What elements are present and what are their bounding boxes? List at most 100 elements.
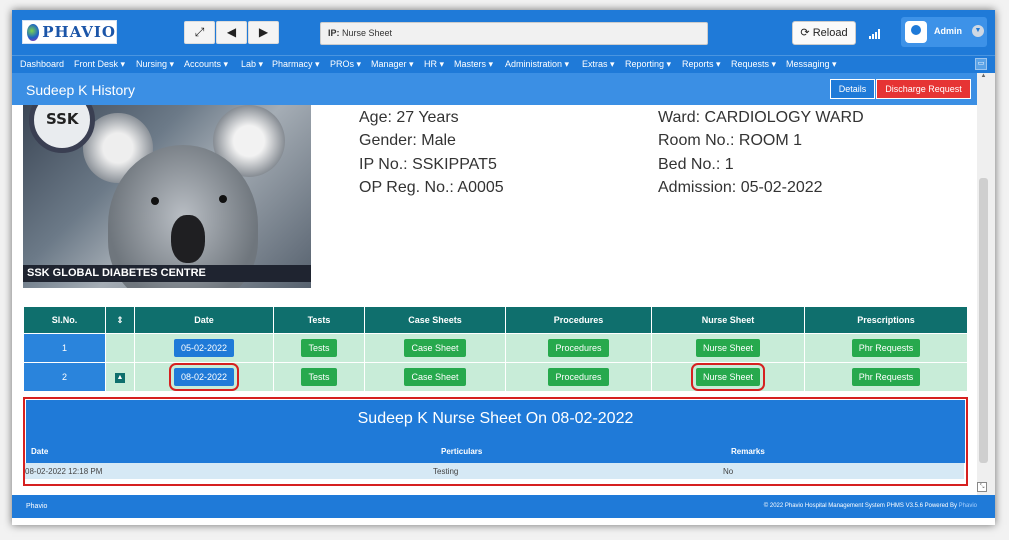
logo-text: PHAVIO: [42, 23, 116, 41]
nav-lab[interactable]: Lab ▾: [241, 59, 263, 70]
patient-gender: Gender: Male: [359, 132, 456, 149]
nav-masters[interactable]: Masters ▾: [454, 59, 493, 70]
user-menu[interactable]: Admin ▼: [901, 17, 987, 47]
col-header-nurse-sheet: Nurse Sheet: [651, 306, 805, 334]
table-row: 08-02-2022 12:18 PM Testing No: [25, 463, 964, 479]
photo-shape: [151, 197, 159, 205]
details-button[interactable]: Details: [830, 79, 875, 99]
nurse-row-remarks: No: [723, 467, 734, 476]
patient-op-reg: OP Reg. No.: A0005: [359, 179, 504, 196]
photo-shape: [219, 195, 227, 203]
app-window: PHAVIO ⤢ ◀ ▶ IP: Nurse Sheet ⟳ Reload Ad…: [12, 10, 995, 525]
nav-requests[interactable]: Requests ▾: [731, 59, 776, 70]
nurse-sheet-button[interactable]: Nurse Sheet: [690, 363, 766, 391]
nav-pros[interactable]: PROs ▾: [330, 59, 361, 70]
row-expand-cell: [105, 333, 135, 363]
table-row: 1 05-02-2022 Tests Case Sheet Procedures…: [23, 333, 968, 363]
chevron-down-icon: ▼: [972, 25, 984, 37]
collapse-icon[interactable]: ▭: [975, 58, 987, 70]
nurse-sheet-panel: Sudeep K Nurse Sheet On 08-02-2022 Date …: [23, 397, 968, 486]
patient-ward: Ward: CARDIOLOGY WARD: [658, 109, 864, 126]
col-header-remarks: Remarks: [731, 447, 765, 456]
col-header-case-sheets: Case Sheets: [364, 306, 506, 334]
patient-bed: Bed No.: 1: [658, 156, 734, 173]
case-sheet-button[interactable]: Case Sheet: [404, 368, 466, 386]
arrow-left-icon: ◀: [226, 25, 237, 39]
ip-label: IP:: [328, 28, 340, 38]
patient-ip-no: IP No.: SSKIPPAT5: [359, 156, 497, 173]
arrow-right-icon: ▶: [258, 25, 269, 39]
nurse-sheet-title: Sudeep K Nurse Sheet On 08-02-2022: [26, 400, 965, 437]
nav-accounts[interactable]: Accounts ▾: [184, 59, 228, 70]
procedures-button[interactable]: Procedures: [548, 368, 609, 386]
ip-value: Nurse Sheet: [342, 28, 393, 38]
top-bar: PHAVIO ⤢ ◀ ▶ IP: Nurse Sheet ⟳ Reload Ad…: [12, 10, 995, 55]
date-button[interactable]: 05-02-2022: [173, 339, 235, 357]
nav-reporting[interactable]: Reporting ▾: [625, 59, 671, 70]
table-header-row: Sl.No. ⇕ Date Tests Case Sheets Procedur…: [23, 306, 968, 334]
nav-nursing[interactable]: Nursing ▾: [136, 59, 174, 70]
patient-admission: Admission: 05-02-2022: [658, 179, 823, 196]
fullscreen-button[interactable]: ⤢: [184, 21, 215, 44]
nav-hr[interactable]: HR ▾: [424, 59, 444, 70]
col-header-date: Date: [31, 447, 49, 456]
phavio-logo[interactable]: PHAVIO: [22, 20, 117, 44]
nurse-row-date: 08-02-2022 12:18 PM: [25, 467, 103, 476]
nav-dashboard[interactable]: Dashboard: [20, 59, 64, 69]
ip-field[interactable]: IP: Nurse Sheet: [320, 22, 708, 45]
nav-manager[interactable]: Manager ▾: [371, 59, 414, 70]
powered-by-link[interactable]: Phavio: [959, 503, 977, 509]
page-title: Sudeep K History: [26, 82, 135, 98]
scroll-up-icon[interactable]: ▲: [979, 73, 988, 82]
nav-messaging[interactable]: Messaging ▾: [786, 59, 837, 70]
reload-button[interactable]: ⟳ Reload: [792, 21, 856, 45]
nurse-sheet-header: Date Perticulars Remarks: [26, 437, 965, 463]
patient-age: Age: 27 Years: [359, 109, 459, 126]
col-header-slno: Sl.No.: [23, 306, 106, 334]
col-header-tests: Tests: [273, 306, 365, 334]
patient-room: Room No.: ROOM 1: [658, 132, 803, 149]
case-sheet-button[interactable]: Case Sheet: [404, 339, 466, 357]
user-name: Admin: [934, 26, 962, 36]
nurse-sheet-button[interactable]: Nurse Sheet: [695, 339, 761, 357]
scrollbar-thumb[interactable]: [979, 178, 988, 463]
reload-label: Reload: [812, 27, 848, 39]
footer: Phavio © 2022 Phavio Hospital Management…: [12, 495, 995, 518]
nav-administration[interactable]: Administration ▾: [505, 59, 569, 70]
phr-requests-button[interactable]: Phr Requests: [851, 368, 921, 386]
date-button[interactable]: 08-02-2022: [168, 363, 240, 391]
table-row: 2 ▲ 08-02-2022 Tests Case Sheet Procedur…: [23, 362, 968, 392]
nav-reports[interactable]: Reports ▾: [682, 59, 721, 70]
nav-extras[interactable]: Extras ▾: [582, 59, 615, 70]
tests-button[interactable]: Tests: [301, 339, 337, 357]
row-slno: 2: [23, 362, 106, 392]
tests-button[interactable]: Tests: [301, 368, 337, 386]
photo-caption: SSK GLOBAL DIABETES CENTRE: [23, 265, 311, 282]
copyright-text: © 2022 Phavio Hospital Management System…: [763, 503, 957, 509]
nav-front-desk[interactable]: Front Desk ▾: [74, 59, 125, 70]
avatar-icon: [905, 21, 927, 43]
footer-copyright: © 2022 Phavio Hospital Management System…: [764, 503, 977, 509]
row-slno: 1: [23, 333, 106, 363]
history-table: Sl.No. ⇕ Date Tests Case Sheets Procedur…: [23, 306, 968, 392]
main-nav: Dashboard Front Desk ▾ Nursing ▾ Account…: [12, 55, 995, 73]
nurse-row-particulars: Testing: [433, 467, 459, 476]
resize-icon[interactable]: ⤡: [977, 482, 987, 492]
signal-icon: [869, 29, 880, 39]
discharge-request-button[interactable]: Discharge Request: [876, 79, 971, 99]
nav-pharmacy[interactable]: Pharmacy ▾: [272, 59, 320, 70]
col-header-prescriptions: Prescriptions: [804, 306, 968, 334]
phr-requests-button[interactable]: Phr Requests: [851, 339, 921, 357]
footer-brand: Phavio: [26, 503, 48, 510]
ssk-logo-text: SSK: [46, 110, 79, 128]
sort-icon[interactable]: ⇕: [105, 306, 135, 334]
photo-shape: [171, 215, 205, 263]
patient-photo: SSK SSK GLOBAL DIABETES CENTRE: [23, 105, 311, 288]
forward-button[interactable]: ▶: [248, 21, 279, 44]
back-button[interactable]: ◀: [216, 21, 247, 44]
procedures-button[interactable]: Procedures: [548, 339, 609, 357]
expand-icon[interactable]: ▲: [115, 373, 125, 383]
page-title-bar: Sudeep K History Details Discharge Reque…: [12, 73, 977, 105]
refresh-icon: ⟳: [800, 27, 810, 39]
col-header-date: Date: [134, 306, 274, 334]
